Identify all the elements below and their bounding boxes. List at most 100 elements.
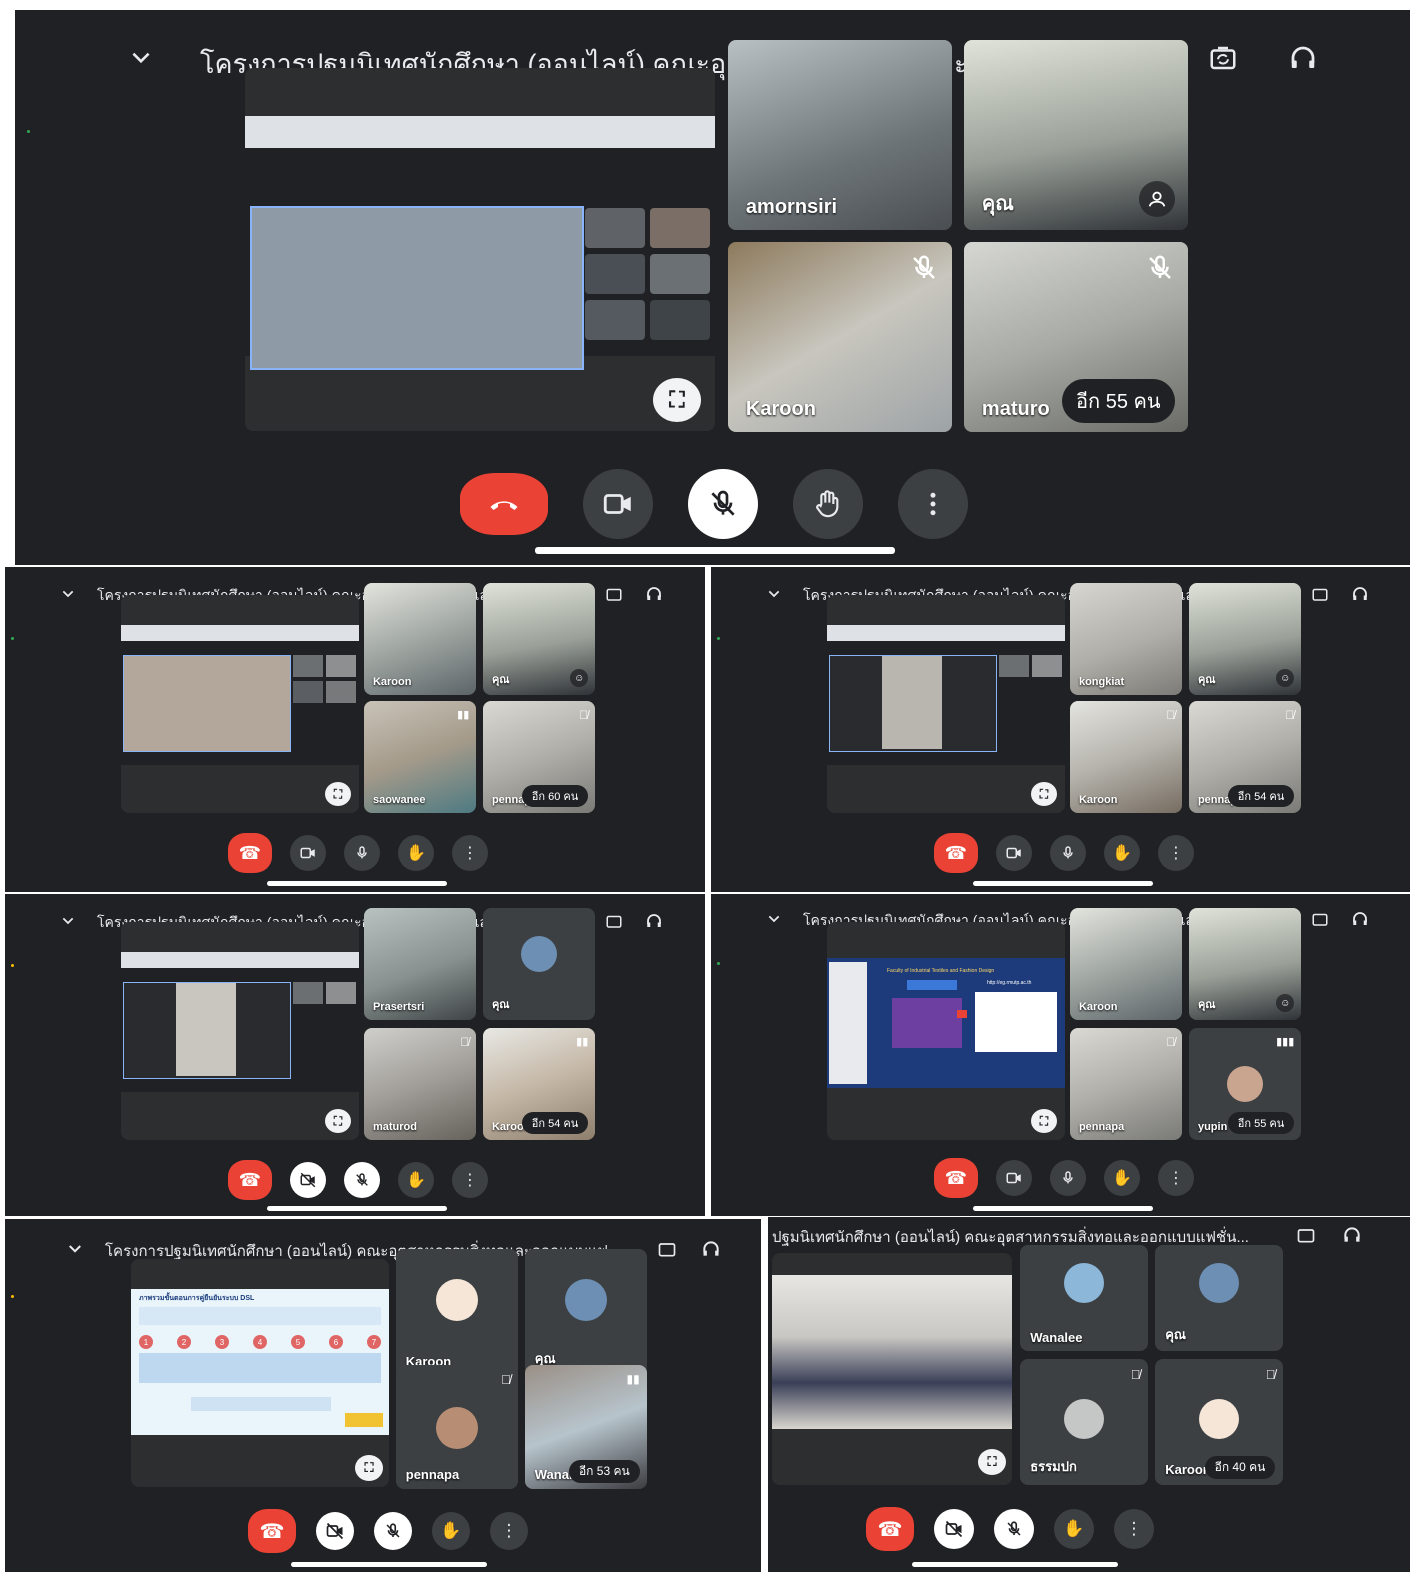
fullscreen-icon[interactable]: ⛶ <box>1031 1109 1057 1133</box>
participant-tile[interactable]: คุณ ☺ <box>1189 908 1301 1020</box>
fullscreen-icon[interactable]: ⛶ <box>978 1449 1006 1475</box>
camera-switch-icon[interactable] <box>1309 583 1331 605</box>
participant-tile[interactable]: คุณ <box>525 1249 647 1377</box>
mic-off-button[interactable] <box>994 1509 1034 1549</box>
participant-tile[interactable]: Wanale ▮▮ อีก 53 คน <box>525 1365 647 1489</box>
headphones-icon[interactable] <box>699 1237 723 1261</box>
fullscreen-icon[interactable]: ⛶ <box>355 1455 383 1481</box>
end-call-button[interactable]: ☎ <box>934 833 978 873</box>
participant-tile[interactable]: Karoon <box>1070 908 1182 1020</box>
more-options-button[interactable]: ⋮ <box>452 1162 488 1198</box>
screen-share-tile[interactable]: ⛶ <box>772 1253 1012 1485</box>
more-options-button[interactable]: ⋮ <box>1158 1160 1194 1196</box>
participant-tile[interactable]: Karoon <box>728 242 952 432</box>
participant-tile[interactable]: Wanalee <box>1020 1245 1148 1351</box>
more-options-button[interactable]: ⋮ <box>452 835 488 871</box>
camera-switch-icon[interactable] <box>603 910 625 932</box>
more-options-button[interactable]: ⋮ <box>1158 835 1194 871</box>
chevron-down-icon[interactable] <box>123 40 159 76</box>
camera-button[interactable] <box>996 1160 1032 1196</box>
camera-button[interactable] <box>290 835 326 871</box>
mic-button[interactable] <box>1050 1160 1086 1196</box>
raise-hand-button[interactable]: ✋ <box>1054 1509 1094 1549</box>
chevron-down-icon[interactable] <box>57 910 79 932</box>
mic-button[interactable] <box>1050 835 1086 871</box>
more-participants-badge[interactable]: อีก 54 คน <box>521 1112 589 1135</box>
participant-tile[interactable]: amornsiri <box>728 40 952 230</box>
participant-tile[interactable]: คุณ <box>1155 1245 1283 1351</box>
chevron-down-icon[interactable] <box>763 908 785 930</box>
raise-hand-button[interactable]: ✋ <box>398 835 434 871</box>
chevron-down-icon[interactable] <box>63 1237 87 1261</box>
camera-off-button[interactable] <box>316 1512 354 1550</box>
fullscreen-icon[interactable]: ⛶ <box>1031 782 1057 806</box>
camera-button[interactable] <box>996 835 1032 871</box>
more-participants-badge[interactable]: อีก 55 คน <box>1062 378 1175 423</box>
participant-tile[interactable]: Karoon <box>364 583 476 695</box>
participant-tile[interactable]: pennapa 🎙̸ <box>1070 1028 1182 1140</box>
participant-tile[interactable]: saowanee ▮▮ <box>364 701 476 813</box>
camera-switch-icon[interactable] <box>655 1237 679 1261</box>
end-call-button[interactable]: ☎ <box>866 1507 914 1551</box>
participant-tile[interactable]: ธรรมปก 🎙̸ <box>1020 1359 1148 1485</box>
participant-tile[interactable]: pennapa 🎙̸ <box>396 1365 518 1489</box>
participant-tile[interactable]: Karoor ▮▮ อีก 54 คน <box>483 1028 595 1140</box>
headphones-icon[interactable] <box>1285 40 1321 76</box>
screen-share-tile[interactable]: ⛶ <box>827 595 1065 813</box>
camera-switch-icon[interactable] <box>1205 40 1241 76</box>
camera-switch-icon[interactable] <box>1294 1223 1318 1247</box>
more-participants-badge[interactable]: อีก 54 คน <box>1227 785 1295 808</box>
chevron-down-icon[interactable] <box>57 583 79 605</box>
fullscreen-icon[interactable]: ⛶ <box>653 378 701 422</box>
participant-tile[interactable]: Prasertsri <box>364 908 476 1020</box>
participant-tile[interactable]: pennap 🎙̸ อีก 60 คน <box>483 701 595 813</box>
mic-button[interactable] <box>344 835 380 871</box>
participant-tile[interactable]: คุณ <box>483 908 595 1020</box>
participant-tile[interactable]: Karoon <box>396 1249 518 1377</box>
raise-hand-button[interactable]: ✋ <box>432 1512 470 1550</box>
end-call-button[interactable]: ☎ <box>248 1509 296 1553</box>
participant-tile[interactable]: คุณ ☺ <box>1189 583 1301 695</box>
screen-share-tile[interactable]: ⛶ <box>121 922 359 1140</box>
participant-tile[interactable]: yupin ▮▮▮ อีก 55 คน <box>1189 1028 1301 1140</box>
participant-tile[interactable]: Karoor 🎙̸ อีก 40 คน <box>1155 1359 1283 1485</box>
more-options-button[interactable]: ⋮ <box>490 1512 528 1550</box>
participant-tile[interactable]: คุณ ☺ <box>483 583 595 695</box>
participant-tile[interactable]: kongkiat <box>1070 583 1182 695</box>
participant-tile[interactable]: maturo อีก 55 คน <box>964 242 1188 432</box>
chevron-down-icon[interactable] <box>763 583 785 605</box>
raise-hand-button[interactable]: ✋ <box>1104 835 1140 871</box>
end-call-button[interactable]: ☎ <box>228 833 272 873</box>
more-participants-badge[interactable]: อีก 40 คน <box>1204 1455 1276 1479</box>
more-participants-badge[interactable]: อีก 53 คน <box>568 1459 640 1483</box>
raise-hand-button[interactable] <box>793 469 863 539</box>
end-call-button[interactable]: ☎ <box>934 1158 978 1198</box>
end-call-button[interactable] <box>460 473 548 535</box>
camera-off-button[interactable] <box>934 1509 974 1549</box>
end-call-button[interactable]: ☎ <box>228 1160 272 1200</box>
fullscreen-icon[interactable]: ⛶ <box>325 1109 351 1133</box>
more-participants-badge[interactable]: อีก 60 คน <box>521 785 589 808</box>
participant-tile[interactable]: คุณ <box>964 40 1188 230</box>
camera-switch-icon[interactable] <box>1309 908 1331 930</box>
screen-share-tile[interactable]: ⛶ <box>121 595 359 813</box>
camera-button[interactable] <box>583 469 653 539</box>
camera-switch-icon[interactable] <box>603 583 625 605</box>
headphones-icon[interactable] <box>643 583 665 605</box>
participant-tile[interactable]: pennap 🎙̸ อีก 54 คน <box>1189 701 1301 813</box>
headphones-icon[interactable] <box>1349 908 1371 930</box>
headphones-icon[interactable] <box>1340 1223 1364 1247</box>
more-options-button[interactable]: ⋮ <box>1114 1509 1154 1549</box>
mic-off-button[interactable] <box>688 469 758 539</box>
screen-share-tile[interactable]: ⛶ <box>245 68 715 431</box>
mic-off-button[interactable] <box>374 1512 412 1550</box>
mic-off-button[interactable] <box>344 1162 380 1198</box>
raise-hand-button[interactable]: ✋ <box>1104 1160 1140 1196</box>
headphones-icon[interactable] <box>643 910 665 932</box>
fullscreen-icon[interactable]: ⛶ <box>325 782 351 806</box>
screen-share-tile[interactable]: ภาพรวมขั้นตอนการคู่ยืนยันระบบ DSL 1 2 3 … <box>131 1259 389 1487</box>
raise-hand-button[interactable]: ✋ <box>398 1162 434 1198</box>
participant-tile[interactable]: Karoon 🎙̸ <box>1070 701 1182 813</box>
participant-tile[interactable]: maturod 🎙̸ <box>364 1028 476 1140</box>
screen-share-tile[interactable]: Faculty of Industrial Textiles and Fashi… <box>827 922 1065 1140</box>
